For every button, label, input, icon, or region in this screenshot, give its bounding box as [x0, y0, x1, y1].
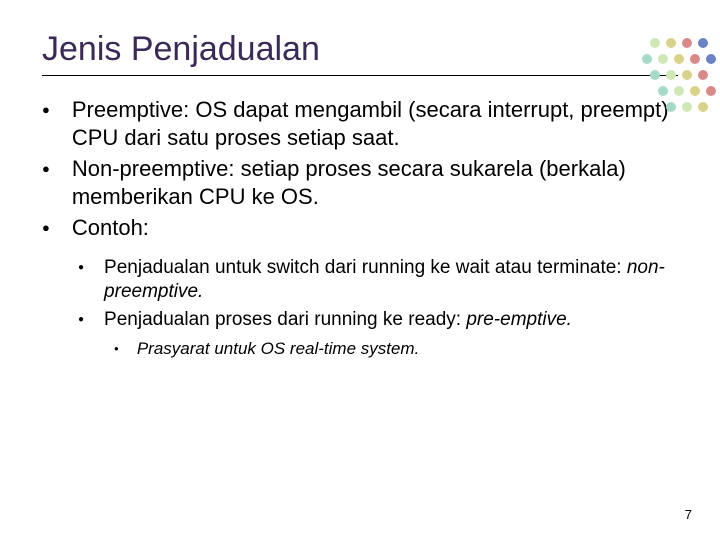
list-item-prefix: Penjadualan proses dari running ke ready… [104, 309, 466, 330]
list-item-em: pre-emptive. [466, 309, 572, 330]
deco-dot [698, 102, 708, 112]
list-item-text: Prasyarat untuk OS real-time system. [137, 338, 419, 359]
deco-dot [658, 86, 668, 96]
slide-title: Jenis Penjadualan [42, 30, 678, 69]
bullet-icon: ● [42, 214, 50, 242]
slide: Jenis Penjadualan ● Preemptive: OS dapat… [0, 0, 720, 540]
deco-dot [682, 102, 692, 112]
list-item: ● Preemptive: OS dapat mengambil (secara… [42, 96, 678, 151]
sub-sub-bullet-list: ● Prasyarat untuk OS real-time system. [114, 338, 678, 360]
list-item: ● Prasyarat untuk OS real-time system. [114, 338, 678, 360]
list-item-text: Penjadualan proses dari running ke ready… [104, 308, 572, 332]
bullet-list: ● Preemptive: OS dapat mengambil (secara… [42, 96, 678, 242]
list-item-text: Non-preemptive: setiap proses secara suk… [72, 155, 678, 210]
sub-bullet-list: ● Penjadualan untuk switch dari running … [78, 256, 678, 332]
bullet-icon: ● [114, 338, 119, 360]
list-item-text: Penjadualan untuk switch dari running ke… [104, 256, 678, 304]
bullet-icon: ● [42, 155, 50, 183]
list-item: ● Contoh: [42, 214, 678, 242]
list-item-text: Contoh: [72, 214, 149, 242]
bullet-icon: ● [42, 96, 50, 124]
deco-dot [682, 38, 692, 48]
list-item: ● Non-preemptive: setiap proses secara s… [42, 155, 678, 210]
deco-dot [682, 70, 692, 80]
list-item: ● Penjadualan untuk switch dari running … [78, 256, 678, 304]
list-item-text: Preemptive: OS dapat mengambil (secara i… [72, 96, 678, 151]
page-number: 7 [685, 507, 692, 522]
deco-dot [698, 38, 708, 48]
bullet-icon: ● [78, 308, 84, 332]
list-item: ● Penjadualan proses dari running ke rea… [78, 308, 678, 332]
list-item-prefix: Penjadualan untuk switch dari running ke… [104, 257, 627, 278]
bullet-icon: ● [78, 256, 84, 280]
deco-dot [690, 54, 700, 64]
deco-dot [674, 86, 684, 96]
deco-dot [690, 86, 700, 96]
deco-dot [706, 86, 716, 96]
title-divider [42, 75, 678, 76]
deco-dot [698, 70, 708, 80]
deco-dot [706, 54, 716, 64]
